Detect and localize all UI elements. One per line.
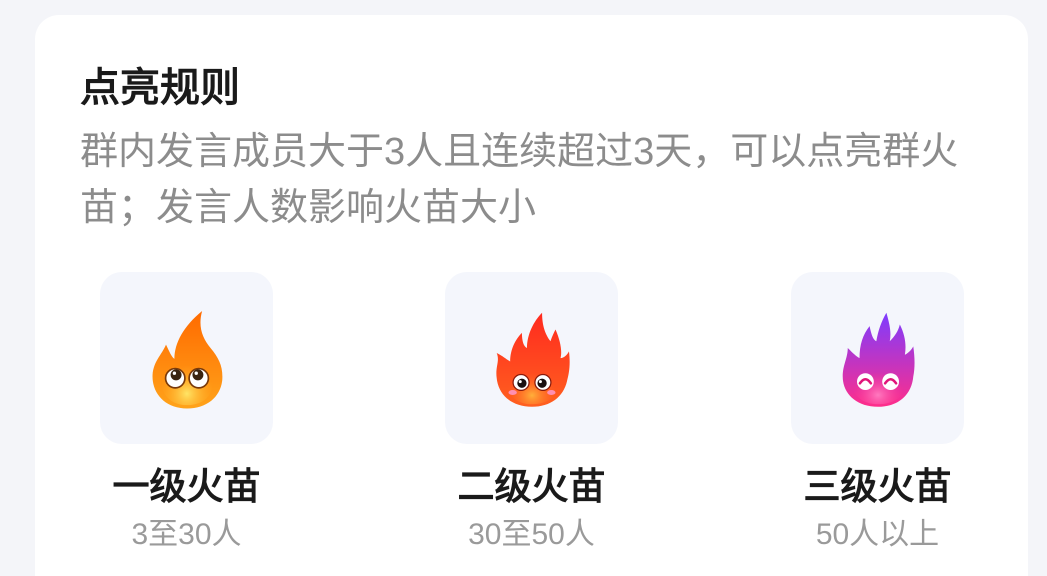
level-name: 一级火苗 [112, 466, 261, 507]
right-eye [187, 367, 209, 389]
level-name: 三级火苗 [803, 466, 952, 507]
eye-white [881, 372, 899, 390]
flame-level-2: 二级火苗 30至50人 [445, 272, 618, 553]
rules-description: 群内发言成员大于3人且连续超过3天，可以点亮群火苗；发言人数影响火苗大小 [80, 131, 959, 229]
eye-white [856, 372, 874, 390]
eye-shine [172, 371, 176, 375]
right-eye [533, 373, 552, 391]
right-eye [881, 372, 899, 390]
level-range: 3至30人 [131, 518, 242, 551]
level-name: 二级火苗 [457, 466, 606, 507]
rules-title: 点亮规则 [80, 66, 240, 110]
pupil [536, 378, 547, 388]
pupil [170, 368, 182, 380]
left-eye [511, 373, 530, 391]
right-blush [546, 389, 556, 395]
pupil [516, 378, 527, 388]
level-range: 50人以上 [815, 518, 940, 551]
eye-shine [194, 371, 198, 375]
orange-flame-icon [152, 310, 222, 408]
left-blush [507, 389, 517, 395]
flame-icon-tile [445, 272, 618, 444]
purple-flame-icon [842, 312, 915, 407]
flame-level-1: 一级火苗 3至30人 [100, 272, 273, 553]
flame-level-3: 三级火苗 50人以上 [791, 272, 964, 553]
eye-shine [538, 379, 542, 383]
rules-card: 点亮规则 群内发言成员大于3人且连续超过3天，可以点亮群火苗；发言人数影响火苗大… [35, 15, 1028, 576]
red-flame-icon [495, 312, 570, 407]
left-eye [164, 367, 186, 389]
level-range: 30至50人 [468, 518, 595, 551]
flame-icon-tile [100, 272, 273, 444]
pupil [191, 368, 203, 380]
left-eye [856, 372, 874, 390]
eye-shine [518, 379, 522, 383]
flame-icon-tile [791, 272, 964, 444]
